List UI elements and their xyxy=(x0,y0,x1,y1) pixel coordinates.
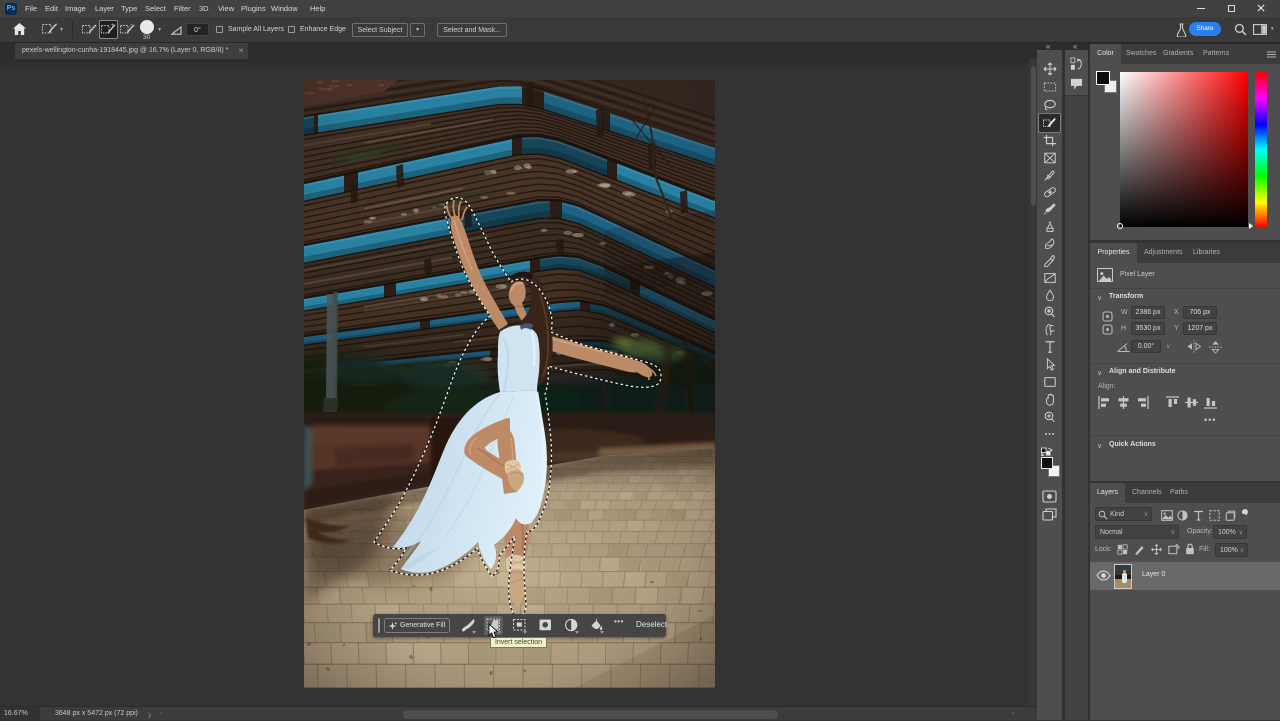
svg-text:+: + xyxy=(111,23,115,29)
